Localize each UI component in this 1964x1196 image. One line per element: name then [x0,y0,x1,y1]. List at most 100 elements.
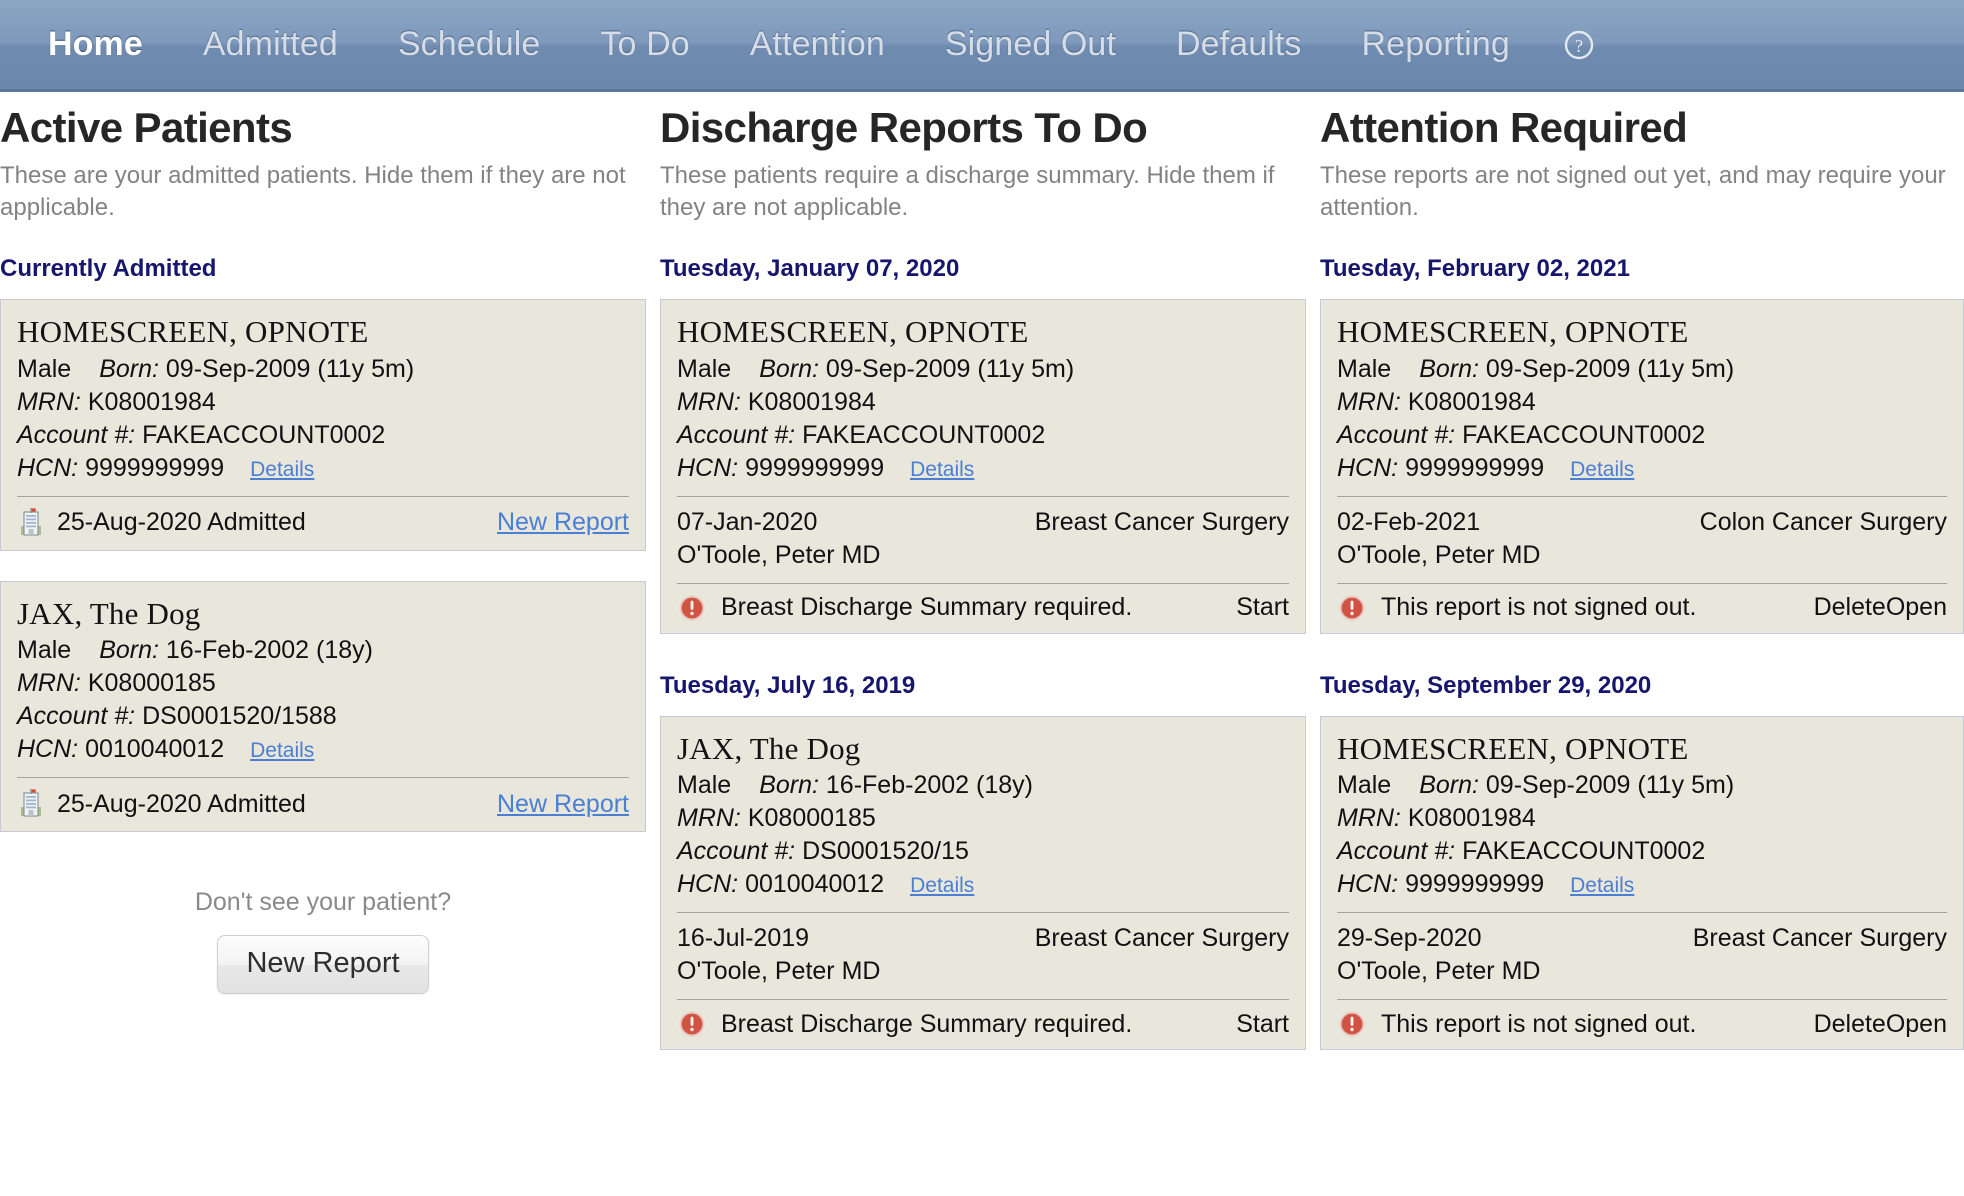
mrn-label: MRN: [1337,387,1401,416]
alert-circle-icon [1337,593,1377,623]
alert-circle-icon [1337,1009,1377,1039]
patient-sex-dob: Male Born: 09-Sep-2009 (11y 5m) [17,353,629,386]
patient-mrn: MRN: K08001984 [1337,802,1947,835]
admission-date-text: 25-Aug-2020 Admitted [57,508,306,537]
report-surgeon: O'Toole, Peter MD [677,540,881,569]
account-value: DS0001520/15 [802,837,969,866]
delete-link[interactable]: Delete [1814,1010,1886,1039]
report-procedure: Breast Cancer Surgery [1034,507,1289,536]
account-value: FAKEACCOUNT0002 [1462,837,1706,866]
patient-sex: Male [17,354,72,383]
account-label: Account #: [677,837,796,866]
open-link[interactable]: Open [1886,1010,1947,1039]
account-value: FAKEACCOUNT0002 [142,420,386,449]
start-link[interactable]: Start [1236,593,1289,622]
hcn-label: HCN: [1337,870,1399,899]
hcn-label: HCN: [677,453,739,482]
patient-name: HOMESCREEN, OPNOTE [677,313,1029,349]
column-title: Discharge Reports To Do [660,104,1148,151]
column-title: Attention Required [1320,104,1688,151]
report-procedure: Breast Cancer Surgery [1034,924,1289,953]
mrn-value: K08000185 [87,669,216,698]
patient-hcn: HCN: 9999999999 Details [17,452,629,485]
patient-account: Account #: FAKEACCOUNT0002 [17,419,629,452]
card-divider [1337,495,1947,497]
dashboard-columns: Active Patients These are your admitted p… [0,92,1964,1080]
details-link[interactable]: Details [224,458,314,481]
alert-message: Breast Discharge Summary required. [721,593,1133,622]
open-link[interactable]: Open [1886,593,1947,622]
mrn-label: MRN: [677,804,741,833]
mrn-label: MRN: [1337,804,1401,833]
card-divider [17,495,629,497]
patient-card[interactable]: HOMESCREEN, OPNOTE Male Born: 09-Sep-2009 … [1320,715,1964,1051]
patient-card[interactable]: HOMESCREEN, OPNOTE Male Born: 09-Sep-2009 … [0,298,646,551]
born-value: 09-Sep-2009 (11y 5m) [825,354,1075,383]
nav-item-schedule[interactable]: Schedule [368,19,571,70]
nav-item-reporting[interactable]: Reporting [1332,19,1540,70]
report-date: 16-Jul-2019 [677,924,810,953]
patient-account: Account #: DS0001520/1588 [17,700,629,733]
new-report-link[interactable]: New Report [497,506,629,539]
report-procedure: Breast Cancer Surgery [1692,924,1947,953]
details-link[interactable]: Details [1544,874,1634,897]
details-link[interactable]: Details [884,874,974,897]
mrn-value: K08001984 [87,387,216,416]
nav-item-admitted[interactable]: Admitted [173,19,368,70]
born-value: 16-Feb-2002 (18y) [825,771,1033,800]
column-description: These patients require a discharge summa… [660,162,1275,222]
mrn-value: K08001984 [1407,387,1536,416]
report-surgeon: O'Toole, Peter MD [1337,957,1541,986]
admission-date-text: 25-Aug-2020 Admitted [57,789,306,818]
mrn-label: MRN: [17,387,81,416]
patient-sex: Male [1337,354,1392,383]
nav-item-attention[interactable]: Attention [720,19,915,70]
nav-item-signed-out[interactable]: Signed Out [915,19,1146,70]
nav-item-to-do[interactable]: To Do [570,19,719,70]
nav-item-home[interactable]: Home [18,19,173,70]
alert-circle-icon [677,593,717,623]
details-link[interactable]: Details [1544,458,1634,481]
prompt-text: Don't see your patient? [194,888,452,917]
mrn-value: K08000185 [747,804,876,833]
report-date: 29-Sep-2020 [1337,924,1482,953]
patient-card[interactable]: HOMESCREEN, OPNOTE Male Born: 09-Sep-2009 … [660,298,1306,634]
admission-footer: 25-Aug-2020 Admitted New Report [17,506,629,540]
details-link[interactable]: Details [884,458,974,481]
patient-name: HOMESCREEN, OPNOTE [1337,730,1689,766]
report-procedure: Colon Cancer Surgery [1699,507,1947,536]
patient-hcn: HCN: 9999999999 Details [677,452,1289,485]
details-link[interactable]: Details [224,739,314,762]
born-label: Born: [99,354,159,383]
mrn-label: MRN: [677,387,741,416]
mrn-value: K08001984 [747,387,876,416]
column-active-patients: Active Patients These are your admitted p… [0,105,660,1080]
new-report-link[interactable]: New Report [497,788,629,821]
report-meta-row: 16-Jul-2019 Breast Cancer Surgery [677,922,1289,955]
delete-link[interactable]: Delete [1814,593,1886,622]
patient-mrn: MRN: K08000185 [677,802,1289,835]
mrn-value: K08001984 [1407,804,1536,833]
account-value: FAKEACCOUNT0002 [802,420,1046,449]
column-description: These reports are not signed out yet, an… [1320,162,1946,222]
patient-mrn: MRN: K08001984 [677,386,1289,419]
patient-card[interactable]: HOMESCREEN, OPNOTE Male Born: 09-Sep-2009 … [1320,298,1964,634]
group-heading: Tuesday, February 02, 2021 [1320,254,1630,282]
nav-item-defaults[interactable]: Defaults [1146,19,1332,70]
report-date: 02-Feb-2021 [1337,507,1481,536]
card-divider-lower [1337,999,1947,1001]
patient-name: HOMESCREEN, OPNOTE [1337,313,1689,349]
start-link[interactable]: Start [1236,1010,1289,1039]
patient-sex-dob: Male Born: 09-Sep-2009 (11y 5m) [1337,769,1947,802]
born-value: 09-Sep-2009 (11y 5m) [165,354,415,383]
patient-hcn: HCN: 9999999999 Details [1337,452,1947,485]
column-discharge-reports-todo: Discharge Reports To Do These patients re… [660,104,1320,1080]
patient-card[interactable]: JAX, The Dog Male Born: 16-Feb-2002 (18y) M… [0,580,646,833]
patient-account: Account #: FAKEACCOUNT0002 [1337,835,1947,868]
account-value: FAKEACCOUNT0002 [1462,420,1706,449]
born-value: 09-Sep-2009 (11y 5m) [1485,354,1735,383]
patient-card[interactable]: JAX, The Dog Male Born: 16-Feb-2002 (18y) M… [660,715,1306,1051]
new-report-button[interactable]: New Report [217,935,429,995]
account-label: Account #: [1337,837,1456,866]
help-circle-icon[interactable]: ? [1562,28,1596,62]
